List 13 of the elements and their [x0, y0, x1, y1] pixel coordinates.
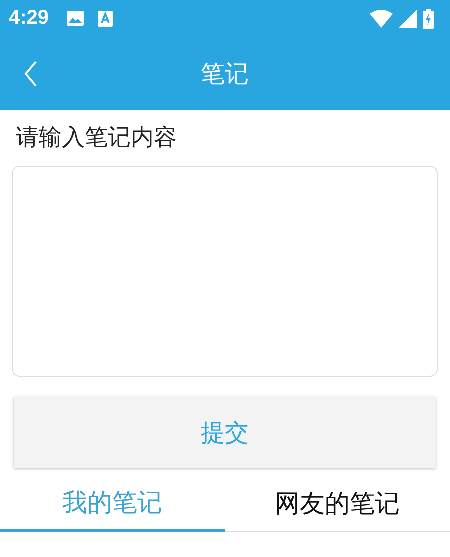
tab[interactable]: 网友的笔记	[225, 476, 450, 532]
note-label: 请输入笔记内容	[16, 124, 178, 153]
tab[interactable]: 我的笔记	[0, 476, 225, 532]
battery-icon	[423, 8, 434, 28]
back-icon	[24, 60, 38, 88]
wifi-icon	[370, 10, 393, 28]
text-icon	[98, 10, 114, 26]
page-title: 笔记	[201, 58, 249, 90]
submit-button[interactable]: 提交	[14, 397, 436, 468]
image-icon	[67, 11, 84, 26]
note-input-field[interactable]	[12, 166, 438, 377]
signal-icon	[399, 10, 417, 28]
status-time: 4:29	[9, 7, 50, 30]
